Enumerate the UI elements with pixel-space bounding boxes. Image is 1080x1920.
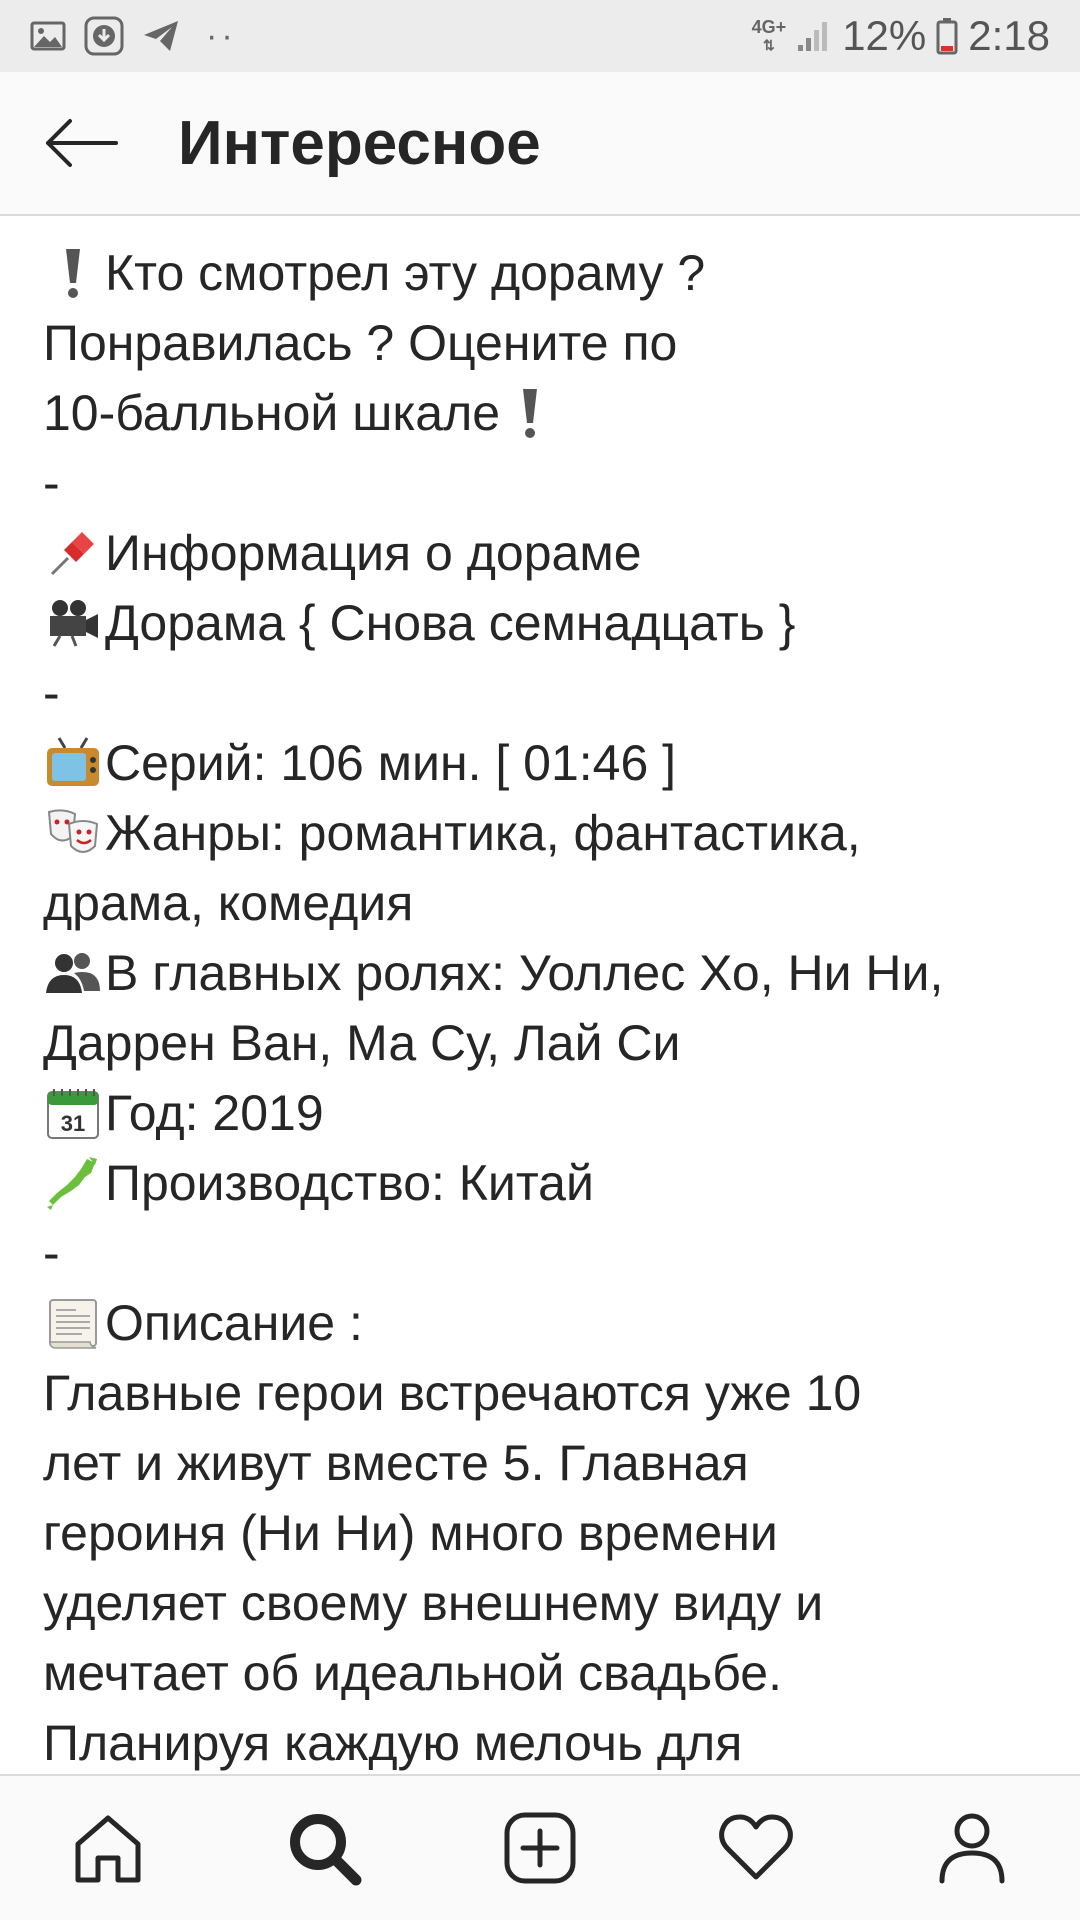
caption-line: мечтает об идеальной свадьбе. <box>43 1645 782 1701</box>
nav-new-post-button[interactable] <box>480 1788 600 1908</box>
nav-search-button[interactable] <box>264 1788 384 1908</box>
battery-icon <box>936 17 958 55</box>
caption-line: Жанры: романтика, фантастика, <box>43 798 1043 868</box>
gallery-icon <box>30 21 66 51</box>
television-icon <box>43 733 103 793</box>
caption-line: В главных ролях: Уоллес Хо, Ни Ни, <box>43 938 1043 1008</box>
caption-dash: - <box>43 1225 60 1281</box>
status-bar: ·· 4G+ ⇅ 12% 2:18 <box>0 0 1080 72</box>
post-caption-area: Кто смотрел эту дораму ? Понравилась ? О… <box>0 216 1080 1774</box>
caption-line: 31 Год: 2019 <box>43 1078 1043 1148</box>
add-post-icon <box>504 1812 576 1884</box>
japan-map-icon <box>43 1153 103 1213</box>
page-title: Интересное <box>178 108 541 178</box>
heart-icon <box>719 1814 793 1880</box>
caption-line: Производство: Китай <box>43 1148 1043 1218</box>
caption-line: 10-балльной шкале <box>43 378 1043 448</box>
caption-line: Планируя каждую мелочь для <box>43 1715 743 1771</box>
caption-line: Дорама { Снова семнадцать } <box>43 588 1043 658</box>
caption-line: героиня (Ни Ни) много времени <box>43 1505 778 1561</box>
calendar-icon: 31 <box>43 1083 103 1143</box>
home-icon <box>75 1815 141 1883</box>
caption-line: Даррен Ван, Ма Су, Лай Си <box>43 1015 681 1071</box>
battery-percent: 12% <box>842 12 927 59</box>
network-type-indicator: 4G+ ⇅ <box>751 17 787 53</box>
caption-line: Понравилась ? Оцените по <box>43 315 678 371</box>
caption-line: Серий: 106 мин. [ 01:46 ] <box>43 728 1043 798</box>
more-notifications-dots: ·· <box>206 16 237 55</box>
search-icon <box>290 1814 362 1886</box>
caption-line: Информация о дораме <box>43 518 1043 588</box>
caption-dash: - <box>43 665 60 721</box>
nav-home-button[interactable] <box>48 1788 168 1908</box>
movie-camera-icon <box>43 593 103 653</box>
caption-line: Описание : <box>43 1288 1043 1358</box>
svg-text:31: 31 <box>61 1111 85 1136</box>
caption-line: драма, комедия <box>43 875 414 931</box>
download-icon <box>84 16 124 56</box>
post-caption: Кто смотрел эту дораму ? Понравилась ? О… <box>43 238 1043 1774</box>
nav-activity-button[interactable] <box>696 1788 816 1908</box>
arrow-left-icon <box>46 119 118 167</box>
page-scroll-icon <box>43 1293 103 1353</box>
back-button[interactable] <box>26 88 136 198</box>
profile-icon <box>939 1813 1005 1884</box>
caption-line: уделяет своему внешнему виду и <box>43 1575 824 1631</box>
signal-icon <box>796 19 832 53</box>
people-icon <box>43 943 103 1003</box>
exclamation-icon <box>500 383 560 443</box>
app-header: Интересное <box>0 72 1080 216</box>
nav-profile-button[interactable] <box>912 1788 1032 1908</box>
clock: 2:18 <box>968 12 1050 59</box>
theater-masks-icon <box>43 803 103 863</box>
caption-line: Кто смотрел эту дораму ? <box>43 238 1043 308</box>
pushpin-icon <box>43 523 103 583</box>
exclamation-icon <box>43 243 103 303</box>
bottom-navigation <box>0 1774 1080 1920</box>
caption-line: лет и живут вместе 5. Главная <box>43 1435 749 1491</box>
caption-dash: - <box>43 455 60 511</box>
telegram-icon <box>142 19 180 53</box>
caption-line: Главные герои встречаются уже 10 <box>43 1365 862 1421</box>
